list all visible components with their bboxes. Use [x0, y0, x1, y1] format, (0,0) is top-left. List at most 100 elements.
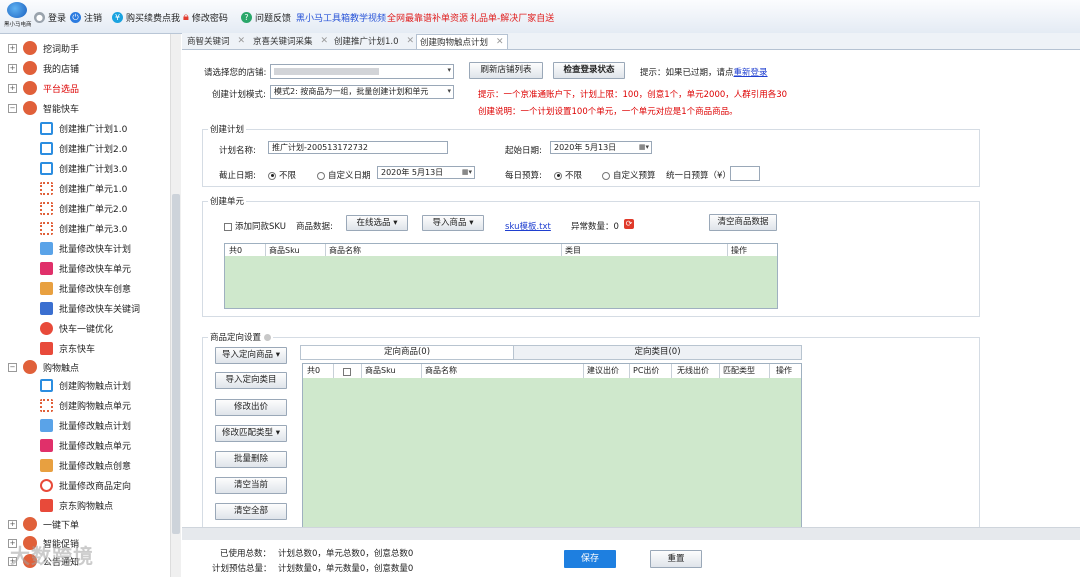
sidebar-item-batch-targeting[interactable]: 批量修改商品定向 — [40, 476, 131, 494]
item-label: 创建购物触点计划 — [59, 381, 132, 392]
sidebar-group-keywords[interactable]: + 挖词助手 — [8, 39, 79, 57]
estimated-total-value: 计划数量0，单元数量0，创意数量0 — [278, 564, 414, 574]
modify-match-type-dropdown[interactable]: 修改匹配类型 ▾ — [215, 425, 287, 442]
sidebar-item-batch-tp-unit[interactable]: 批量修改触点单元 — [40, 436, 131, 454]
help-icon[interactable] — [263, 334, 271, 341]
tab-jingxi-keyword[interactable]: 京喜关键词采集 ✕ — [250, 34, 331, 48]
login-button[interactable]: ● 登录 — [34, 10, 66, 24]
header-match-type: 匹配类型 — [723, 366, 755, 375]
sidebar-item-create-plan-1[interactable]: 创建推广计划1.0 — [40, 119, 127, 137]
collapse-icon[interactable]: − — [8, 362, 17, 372]
sidebar-item-create-unit-3[interactable]: 创建推广单元3.0 — [40, 219, 127, 237]
change-password-button[interactable]: 🔒︎ 修改密码 — [183, 10, 228, 24]
modify-bid-button[interactable]: 修改出价 — [215, 399, 287, 416]
add-sku-checkbox[interactable]: 添加同款SKU — [224, 220, 286, 232]
sidebar-tree: + 挖词助手 + 我的店铺 + 平台选品 − 智能快车 创建推广计划1.0 创建推广计划… — [0, 34, 181, 577]
check-login-button[interactable]: 检查登录状态 — [553, 62, 625, 79]
end-unlimited-radio[interactable]: 不限 — [268, 169, 296, 181]
header-mobile-bid: 无线出价 — [677, 366, 709, 375]
expand-icon[interactable]: + — [8, 43, 17, 53]
sidebar-item-create-plan-2[interactable]: 创建推广计划2.0 — [40, 139, 127, 157]
sidebar-item-create-unit-1[interactable]: 创建推广单元1.0 — [40, 179, 127, 197]
sidebar-item-create-plan-3[interactable]: 创建推广计划3.0 — [40, 159, 127, 177]
tab-create-plan-1[interactable]: 创建推广计划1.0 ✕ — [331, 34, 417, 48]
start-date-picker[interactable]: 2020年 5月13日 ▦▾ — [550, 141, 652, 154]
end-custom-radio[interactable]: 自定义日期 — [317, 169, 371, 181]
clear-goods-button[interactable]: 清空商品数据 — [709, 214, 777, 231]
budget-unlimited-radio[interactable]: 不限 — [554, 169, 582, 181]
dropdown-label: 导入商品 — [432, 218, 467, 228]
budget-custom-radio[interactable]: 自定义预算 — [602, 169, 656, 181]
collapse-icon[interactable]: − — [8, 103, 17, 113]
radio-label: 不限 — [565, 171, 583, 181]
import-goods-dropdown[interactable]: 导入商品 ▾ — [422, 215, 484, 231]
close-icon[interactable]: ✕ — [496, 37, 504, 47]
item-label: 批量修改商品定向 — [59, 481, 132, 492]
app-logo: 黑小马电商 — [4, 2, 32, 32]
sidebar-item-batch-unit[interactable]: 批量修改快车单元 — [40, 259, 131, 277]
expand-icon[interactable]: + — [8, 83, 17, 93]
tab-target-goods[interactable]: 定向商品(0) — [301, 346, 514, 359]
gift-order-link[interactable]: 礼品单-解决厂家自送 — [470, 10, 554, 24]
table-body — [225, 256, 777, 308]
mountain-icon — [23, 41, 37, 55]
sidebar-item-jd-express[interactable]: 京东快车 — [40, 339, 95, 357]
plan-name-input[interactable]: 推广计划-200513172732 — [268, 141, 448, 154]
expand-icon[interactable]: + — [8, 63, 17, 73]
sidebar-item-batch-tp-creative[interactable]: 批量修改触点创意 — [40, 456, 131, 474]
reset-button[interactable]: 重置 — [650, 550, 702, 568]
scrollbar-thumb[interactable] — [172, 194, 180, 534]
tab-create-touchpoint-plan[interactable]: 创建购物触点计划 ✕ — [416, 34, 508, 49]
close-icon[interactable]: ✕ — [407, 36, 415, 46]
sidebar-group-touchpoint[interactable]: − 购物触点 — [8, 358, 79, 376]
item-label: 批量修改快车关键词 — [59, 304, 141, 315]
feedback-button[interactable]: ? 问题反馈 — [241, 10, 291, 24]
plan-mode-select[interactable]: 模式2: 按商品为一组，批量创建计划和单元 ▾ — [270, 85, 454, 99]
online-select-dropdown[interactable]: 在线选品 ▾ — [346, 215, 408, 231]
tab-target-category[interactable]: 定向类目(0) — [514, 346, 801, 359]
unified-budget-input[interactable] — [730, 166, 760, 181]
sku-template-link[interactable]: sku模板.txt — [505, 220, 551, 232]
relogin-link[interactable]: 重新登录 — [734, 68, 768, 78]
tab-keyword-smart[interactable]: 商智关键词 ✕ — [184, 34, 248, 48]
sidebar-item-batch-keyword[interactable]: 批量修改快车关键词 — [40, 299, 140, 317]
sidebar-item-create-tp-unit[interactable]: 创建购物触点单元 — [40, 396, 131, 414]
sidebar-scrollbar[interactable] — [170, 34, 181, 577]
sidebar-item-create-tp-plan[interactable]: 创建购物触点计划 — [40, 376, 131, 394]
start-date-label: 起始日期: — [505, 146, 542, 156]
sidebar-item-batch-tp-plan[interactable]: 批量修改触点计划 — [40, 416, 131, 434]
sidebar-item-create-unit-2[interactable]: 创建推广单元2.0 — [40, 199, 127, 217]
import-target-goods-dropdown[interactable]: 导入定向商品 ▾ — [215, 347, 287, 364]
sidebar-item-optimize[interactable]: 快车一键优化 — [40, 319, 113, 337]
batch-delete-button[interactable]: 批量删除 — [215, 451, 287, 468]
resource-link[interactable]: 全网最靠谱补单资源 — [387, 10, 468, 24]
sidebar-group-one-click-order[interactable]: + 一键下单 — [8, 515, 79, 533]
sidebar-group-smart-express[interactable]: − 智能快车 — [8, 99, 79, 117]
mode-label: 创建计划模式: — [212, 90, 266, 100]
purchase-button[interactable]: ¥ 购买续费点我 — [112, 10, 180, 24]
feedback-icon: ? — [241, 11, 252, 23]
sidebar-group-my-shop[interactable]: + 我的店铺 — [8, 59, 79, 77]
clear-current-button[interactable]: 清空当前 — [215, 477, 287, 494]
expand-icon[interactable]: + — [8, 519, 17, 529]
shop-select[interactable]: ▾ — [270, 64, 454, 79]
redacted-shop-name — [274, 68, 379, 75]
sidebar-group-product-selection[interactable]: + 平台选品 — [8, 79, 79, 97]
logout-button[interactable]: ⏻ 注销 — [70, 10, 102, 24]
sidebar-item-batch-plan[interactable]: 批量修改快车计划 — [40, 239, 131, 257]
refresh-shop-list-button[interactable]: 刷新店铺列表 — [469, 62, 543, 79]
tutorial-link[interactable]: 黑小马工具箱教学视频 — [296, 10, 386, 24]
tab-label: 商智关键词 — [187, 37, 230, 47]
clear-all-button[interactable]: 清空全部 — [215, 503, 287, 520]
save-button[interactable]: 保存 — [564, 550, 616, 568]
header-goods-name: 商品名称 — [329, 246, 361, 255]
horizontal-scrollbar[interactable] — [182, 527, 1080, 540]
import-target-category-button[interactable]: 导入定向类目 — [215, 372, 287, 389]
end-date-picker[interactable]: 2020年 5月13日 ▦▾ — [377, 166, 475, 179]
close-icon[interactable]: ✕ — [238, 36, 246, 46]
sidebar-item-jd-touchpoint[interactable]: 京东购物触点 — [40, 496, 113, 514]
select-all-checkbox[interactable] — [343, 367, 354, 377]
refresh-icon[interactable]: ⟳ — [624, 219, 634, 229]
close-icon[interactable]: ✕ — [321, 36, 329, 46]
sidebar-item-batch-creative[interactable]: 批量修改快车创意 — [40, 279, 131, 297]
